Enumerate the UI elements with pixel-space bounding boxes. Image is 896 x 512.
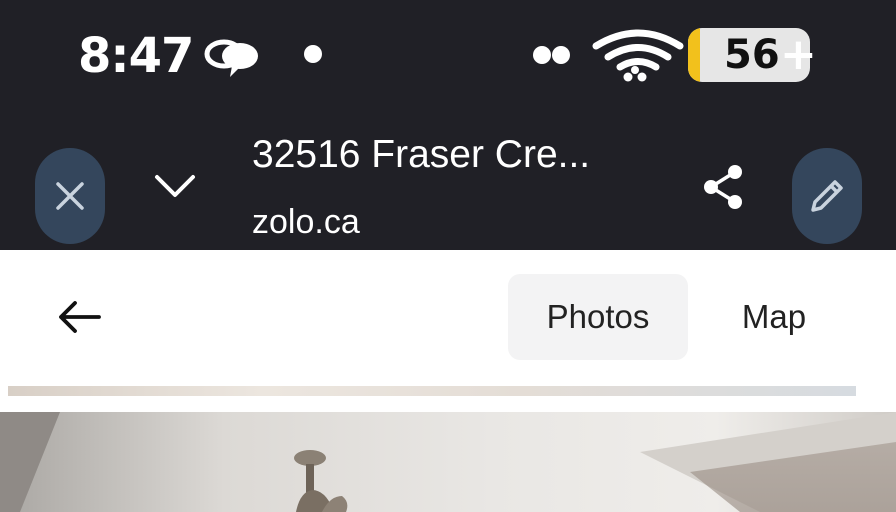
screen: 8:47 56 + 32516 Fraser Cre... zolo.ca Ph… <box>0 0 896 512</box>
share-button[interactable] <box>696 160 750 214</box>
tab-photos[interactable]: Photos <box>508 274 688 360</box>
page-domain: zolo.ca <box>252 203 360 241</box>
tab-map-label: Map <box>741 298 807 335</box>
browser-chrome: 8:47 56 + 32516 Fraser Cre... zolo.ca <box>0 0 896 250</box>
wifi-icon <box>592 29 684 82</box>
close-tab-button[interactable] <box>35 148 105 244</box>
dual-sim-icon <box>533 46 570 64</box>
listing-photo[interactable] <box>0 412 896 512</box>
share-icon <box>704 165 742 209</box>
back-button[interactable] <box>54 294 104 340</box>
back-arrow-icon <box>59 301 101 333</box>
expand-toolbar-button[interactable] <box>148 162 202 210</box>
status-bar: 8:47 56 + <box>0 0 896 110</box>
status-time: 8:47 <box>78 28 194 84</box>
tab-map[interactable]: Map <box>718 274 830 360</box>
battery-percent: 56 <box>724 32 780 78</box>
edit-button[interactable] <box>792 148 862 244</box>
tab-photos-label: Photos <box>546 298 650 335</box>
photo-divider <box>0 396 896 412</box>
page-title: 32516 Fraser Cre... <box>252 133 591 176</box>
battery-level <box>688 28 700 82</box>
previous-photo-edge[interactable] <box>8 386 856 396</box>
page-header: Photos Map <box>0 250 896 386</box>
chevron-down-icon <box>155 175 195 197</box>
close-icon <box>56 182 84 210</box>
battery-charging-plus: + <box>780 29 817 80</box>
message-icon <box>204 39 258 77</box>
edit-icon <box>811 180 843 212</box>
notification-dot-icon <box>304 45 322 63</box>
